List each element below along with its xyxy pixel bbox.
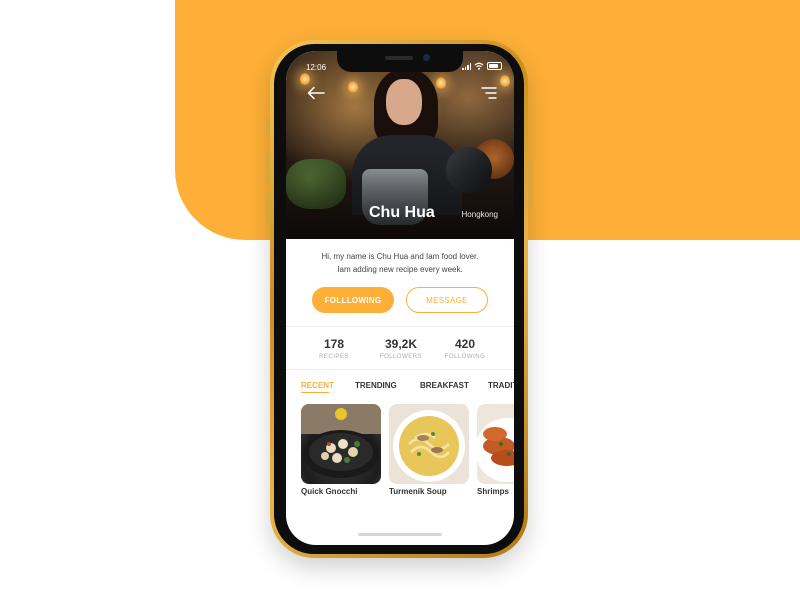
active-tab-indicator: [301, 392, 329, 393]
phone-notch: [337, 51, 463, 72]
stat-value: 420: [454, 337, 476, 351]
profile-location: Hongkong: [461, 210, 498, 219]
tab-recent[interactable]: RECENT: [301, 381, 334, 390]
stat-followers[interactable]: 39,2K FOLLOWERS: [366, 337, 436, 360]
recipe-card-shrimps[interactable]: [477, 404, 514, 484]
menu-icon: [481, 87, 497, 99]
recipe-card-quick-gnocchi[interactable]: [301, 404, 381, 484]
tab-breakfast[interactable]: BREAKFAST: [420, 381, 469, 390]
wall-lamp: [436, 77, 446, 89]
following-button[interactable]: FOLLLOWING: [312, 287, 394, 313]
status-icons: [462, 62, 502, 70]
profile-name: Chu Hua: [369, 204, 435, 221]
message-button[interactable]: MESSAGE: [406, 287, 488, 313]
stat-label: FOLLOWERS: [379, 354, 423, 360]
wall-lamp: [500, 75, 510, 87]
category-tabs: RECENT TRENDING BREAKFAST TRADITIONAL: [301, 381, 514, 397]
tab-trending[interactable]: TRENDING: [355, 381, 397, 390]
recipe-title[interactable]: Quick Gnocchi: [301, 487, 357, 496]
status-time: 12:06: [306, 63, 327, 72]
bio-line: Hi, my name is Chu Hua and Iam food love…: [321, 252, 479, 261]
phone-volume-down: [266, 192, 270, 226]
phone-silent-switch: [266, 118, 270, 136]
stat-value: 178: [323, 337, 345, 351]
recipe-image-shrimps: [477, 404, 514, 484]
phone-power-button: [528, 160, 532, 210]
cellular-signal-icon: [462, 62, 471, 70]
recipe-image-soup: [389, 404, 469, 484]
stat-following[interactable]: 420 FOLLOWING: [430, 337, 500, 360]
recipe-title[interactable]: Shrimps: [477, 487, 509, 496]
front-camera: [423, 54, 430, 61]
profile-bio: Hi, my name is Chu Hua and Iam food love…: [286, 250, 514, 276]
stat-label: FOLLOWING: [444, 354, 486, 360]
bio-line: Iam adding new recipe every week.: [337, 265, 463, 274]
phone-volume-up: [266, 150, 270, 184]
home-indicator: [358, 533, 442, 536]
tab-traditional[interactable]: TRADITIONAL: [488, 381, 514, 390]
recipe-image-gnocchi: [301, 404, 381, 478]
menu-button[interactable]: [480, 85, 498, 101]
wall-lamp: [348, 81, 358, 93]
recipe-title[interactable]: Turmenik Soup: [389, 487, 447, 496]
phone-screen: 12:06 Chu Hua Hongkong Hi, my name is Ch…: [286, 51, 514, 545]
divider: [286, 326, 514, 327]
speaker-grille: [385, 56, 413, 60]
stat-recipes[interactable]: 178 RECIPES: [299, 337, 369, 360]
wall-lamp: [300, 73, 310, 85]
recipe-card-turmenik-soup[interactable]: [389, 404, 469, 484]
chef-face: [386, 79, 422, 125]
arrow-left-icon: [307, 86, 325, 100]
stat-label: RECIPES: [319, 354, 349, 360]
battery-icon: [487, 62, 502, 70]
cover-gradient-overlay: [286, 149, 514, 239]
back-button[interactable]: [306, 85, 326, 101]
divider: [286, 369, 514, 370]
stat-value: 39,2K: [384, 337, 418, 351]
wifi-icon: [474, 62, 484, 70]
